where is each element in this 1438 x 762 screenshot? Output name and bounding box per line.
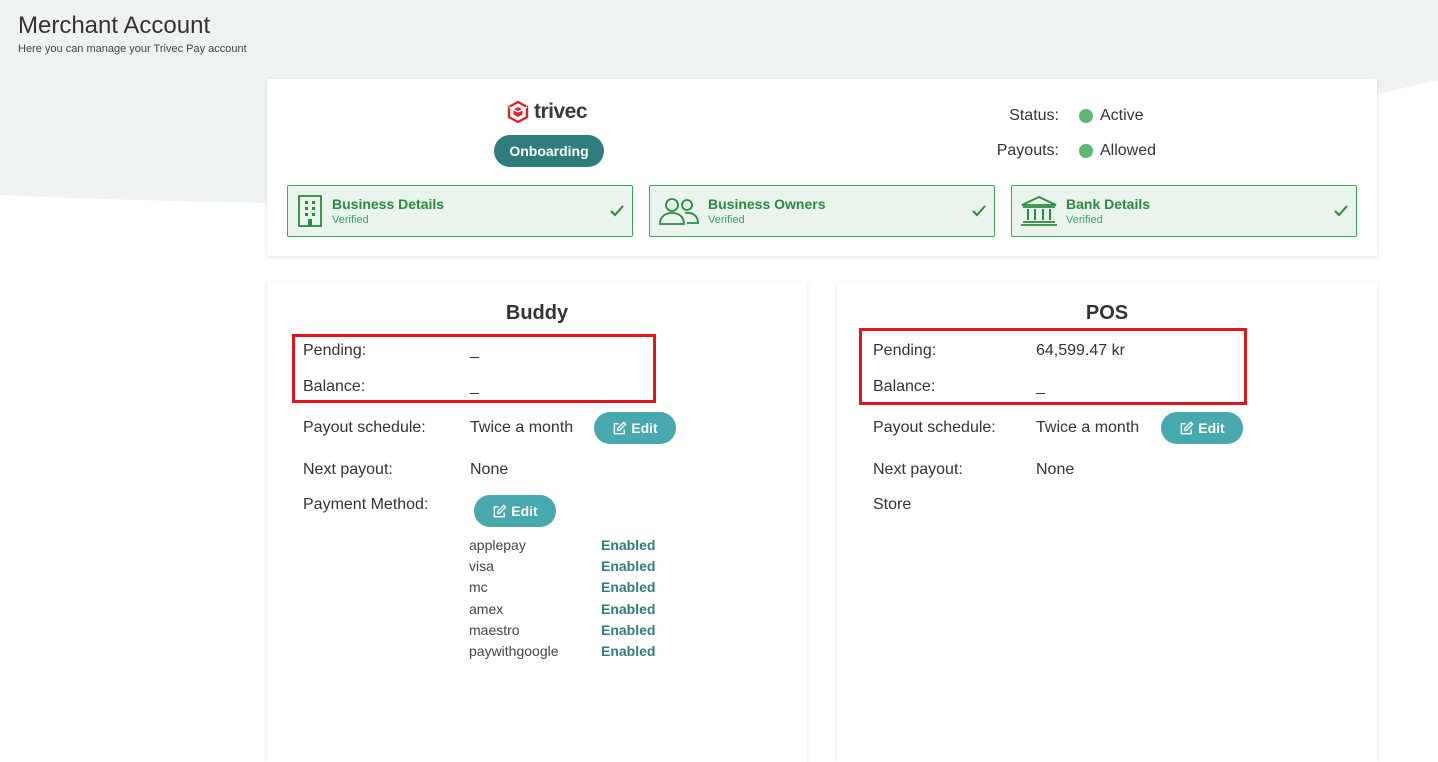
- buddy-next-payout-value: None: [470, 461, 509, 478]
- account-overview-card: trivec Onboarding Status: Active Payouts…: [267, 79, 1377, 256]
- users-icon: [659, 198, 699, 225]
- pos-next-payout-value: None: [1036, 461, 1075, 478]
- payment-method-status: Enabled: [601, 643, 656, 660]
- business-owners-box[interactable]: Business Owners Verified: [649, 185, 995, 237]
- payouts-label: Payouts:: [996, 142, 1059, 159]
- onboarding-button[interactable]: Onboarding: [494, 135, 604, 167]
- list-item: mc Enabled: [469, 577, 655, 598]
- buddy-pending-label: Pending:: [303, 342, 367, 359]
- bank-details-status: Verified: [1066, 214, 1103, 226]
- business-details-title: Business Details: [332, 196, 445, 212]
- buddy-schedule-value: Twice a month: [470, 419, 574, 436]
- list-item: amex Enabled: [469, 598, 655, 619]
- page-header: Merchant Account Here you can manage you…: [18, 12, 247, 55]
- pos-pending-value: 64,599.47 kr: [1036, 342, 1125, 359]
- edit-icon: [1180, 420, 1194, 434]
- edit-label: Edit: [631, 420, 658, 436]
- pos-panel: POS Pending: 64,599.47 kr Balance: _ Pay…: [837, 282, 1377, 762]
- pos-schedule-edit-button[interactable]: Edit: [1161, 412, 1243, 444]
- buddy-title: Buddy: [505, 302, 569, 324]
- buddy-schedule-edit-button[interactable]: Edit: [594, 412, 676, 444]
- status-row: Status: Active: [993, 107, 1144, 125]
- payment-method-status: Enabled: [601, 579, 656, 596]
- building-icon: [298, 195, 322, 227]
- pos-store-label: Store: [873, 496, 912, 513]
- payment-method-name: amex: [469, 600, 504, 617]
- business-details-status: Verified: [332, 214, 369, 226]
- business-owners-title: Business Owners: [708, 196, 826, 212]
- payment-method-name: maestro: [469, 621, 520, 638]
- page-title: Merchant Account: [18, 12, 211, 39]
- buddy-panel: Buddy Pending: _ Balance: _ Payout sched…: [267, 282, 807, 762]
- payouts-row: Payouts: Allowed: [993, 142, 1156, 160]
- edit-icon: [493, 503, 507, 517]
- check-icon: [1334, 205, 1348, 217]
- bank-icon: [1021, 196, 1057, 226]
- trivec-logo-icon: [507, 100, 529, 124]
- payment-method-name: visa: [469, 557, 494, 574]
- payment-method-name: applepay: [469, 536, 526, 553]
- bank-details-box[interactable]: Bank Details Verified: [1011, 185, 1357, 237]
- pos-balance-label: Balance:: [873, 378, 936, 395]
- buddy-payment-method-label: Payment Method:: [303, 496, 429, 513]
- pos-schedule-label: Payout schedule:: [873, 419, 996, 436]
- buddy-pending-value: _: [470, 342, 479, 359]
- pos-pending-label: Pending:: [873, 342, 937, 359]
- payment-method-edit-button[interactable]: Edit: [474, 495, 556, 527]
- payouts-dot-icon: [1079, 144, 1093, 158]
- list-item: maestro Enabled: [469, 619, 655, 640]
- pos-next-payout-label: Next payout:: [873, 461, 963, 478]
- payment-method-status: Enabled: [601, 600, 656, 617]
- pos-schedule-value: Twice a month: [1036, 419, 1140, 436]
- pos-title: POS: [1085, 302, 1129, 324]
- page-subtitle: Here you can manage your Trivec Pay acco…: [18, 43, 247, 55]
- payment-method-list: applepay Enabled visa Enabled mc Enabled…: [469, 534, 655, 662]
- buddy-balance-label: Balance:: [303, 378, 366, 395]
- status-value: Active: [1100, 107, 1144, 124]
- edit-label: Edit: [511, 503, 538, 519]
- list-item: paywithgoogle Enabled: [469, 640, 655, 661]
- business-details-box[interactable]: Business Details Verified: [287, 185, 633, 237]
- pos-balance-value: _: [1036, 378, 1045, 395]
- edit-label: Edit: [1198, 420, 1225, 436]
- business-owners-status: Verified: [708, 214, 745, 226]
- payment-method-status: Enabled: [601, 557, 656, 574]
- payouts-value: Allowed: [1100, 142, 1157, 159]
- payment-method-status: Enabled: [601, 621, 656, 638]
- payment-method-name: paywithgoogle: [469, 643, 559, 660]
- list-item: applepay Enabled: [469, 534, 655, 555]
- buddy-schedule-label: Payout schedule:: [303, 419, 426, 436]
- buddy-next-payout-label: Next payout:: [303, 461, 393, 478]
- edit-icon: [613, 420, 627, 434]
- payment-method-status: Enabled: [601, 536, 656, 553]
- bank-details-title: Bank Details: [1066, 196, 1151, 212]
- payment-method-name: mc: [469, 579, 488, 596]
- check-icon: [972, 205, 986, 217]
- buddy-balance-value: _: [470, 378, 479, 395]
- trivec-logo: trivec: [506, 100, 588, 124]
- check-icon: [610, 205, 624, 217]
- status-label: Status:: [1009, 107, 1059, 124]
- status-dot-icon: [1079, 109, 1093, 123]
- brand-name: trivec: [534, 100, 588, 123]
- list-item: visa Enabled: [469, 555, 655, 576]
